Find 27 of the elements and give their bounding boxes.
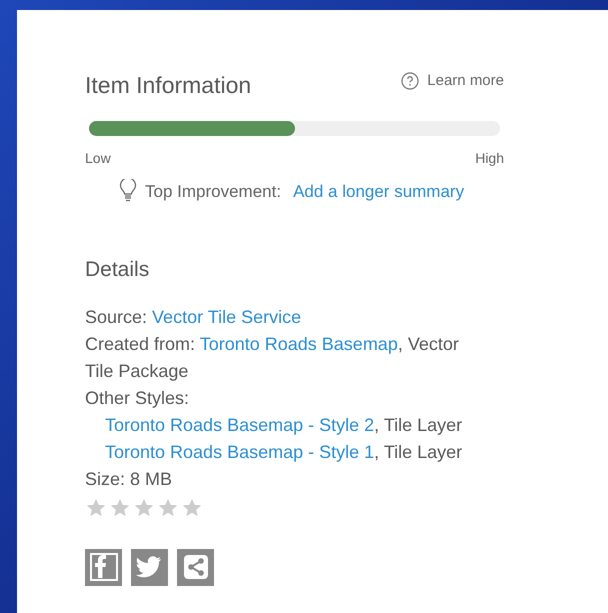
detail-text: Source: Vector Tile Service	[85, 306, 302, 328]
detail-text: Size: 8 MB	[85, 468, 174, 490]
low-label: Low	[85, 148, 111, 168]
detail-link[interactable]: Toronto Roads Basemap - Style 2	[105, 414, 374, 434]
learn-more-link[interactable]: Learn more	[401, 70, 504, 92]
lightbulb-icon	[119, 179, 137, 204]
section-title: Item Information	[85, 71, 252, 100]
high-label: High	[475, 148, 504, 168]
share-button[interactable]	[131, 548, 168, 586]
detail-text: Created from: Toronto Roads Basemap, Vector Tile Package	[85, 332, 460, 383]
detail-link[interactable]: Toronto Roads Basemap - Style 1	[105, 442, 374, 462]
detail-text: Toronto Roads Basemap - Style 1, Tile Layer	[104, 440, 464, 464]
detail-link[interactable]: Vector Tile Service	[152, 306, 302, 326]
detail-text: Other Styles:	[85, 386, 190, 410]
help-icon	[401, 72, 420, 90]
improvement-label: Top Improvement:	[145, 180, 282, 202]
star-icon[interactable]	[85, 496, 107, 518]
share-button[interactable]	[85, 548, 122, 586]
detail-text: Toronto Roads Basemap - Style 2, Tile Layer	[104, 414, 464, 437]
star-icon[interactable]	[133, 496, 155, 518]
improvement-link[interactable]: Add a longer summary	[293, 178, 464, 204]
star-icon[interactable]	[109, 496, 131, 518]
share-button[interactable]	[177, 548, 214, 586]
detail-link[interactable]: Toronto Roads Basemap	[200, 334, 398, 354]
section-title: Details	[85, 257, 150, 283]
star-icon[interactable]	[157, 496, 179, 518]
star-icon[interactable]	[181, 496, 203, 518]
